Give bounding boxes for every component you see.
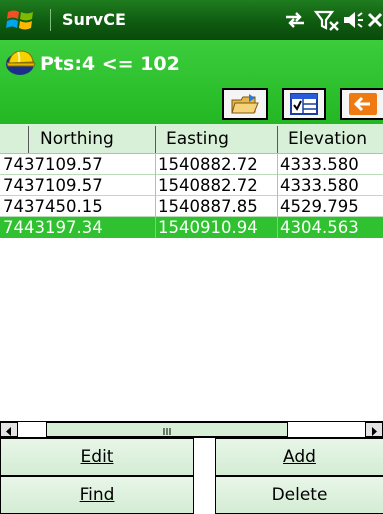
horizontal-scrollbar[interactable]: [0, 421, 383, 438]
column-divider: [155, 217, 156, 238]
cell-easting: 1540887.85: [158, 197, 258, 216]
close-icon[interactable]: [367, 8, 383, 32]
column-divider: [277, 196, 278, 217]
table-row[interactable]: 7437109.57 1540882.72 4333.580: [0, 175, 383, 196]
column-header-northing[interactable]: Northing: [34, 124, 114, 154]
header-divider: [155, 126, 156, 153]
arrow-left-icon: [6, 427, 11, 436]
points-count-label: Pts:4 <= 102: [40, 53, 180, 75]
table-header: Northing Easting Elevation: [0, 124, 383, 154]
cell-northing: 7437109.57: [3, 176, 103, 195]
delete-button[interactable]: Delete: [215, 476, 383, 514]
delete-button-label: Delete: [271, 485, 328, 505]
header-divider: [277, 126, 278, 153]
connectivity-icon[interactable]: [283, 8, 307, 32]
table-row[interactable]: 7437109.57 1540882.72 4333.580: [0, 154, 383, 175]
edit-button-label: Edit: [80, 447, 114, 467]
cell-northing: 7437450.15: [3, 197, 103, 216]
header-divider: [28, 126, 29, 153]
command-button-area: Edit Add Find Delete: [0, 438, 383, 514]
add-button[interactable]: Add: [215, 438, 383, 476]
edit-button[interactable]: Edit: [0, 438, 194, 476]
column-divider: [155, 154, 156, 175]
column-header-easting[interactable]: Easting: [160, 124, 229, 154]
table-row[interactable]: 7437450.15 1540887.85 4529.795: [0, 196, 383, 217]
column-header-elevation[interactable]: Elevation: [282, 124, 367, 154]
arrow-right-icon: [372, 427, 377, 436]
cell-elevation: 4333.580: [280, 176, 359, 195]
column-divider: [277, 217, 278, 238]
scroll-left-button[interactable]: [0, 422, 18, 437]
title-separator: [50, 9, 51, 31]
app-title: SurvCE: [62, 10, 126, 29]
hard-hat-icon: [6, 50, 36, 75]
spreadsheet-button[interactable]: [282, 88, 326, 120]
open-folder-button[interactable]: [222, 88, 268, 120]
table-row-selected[interactable]: 7443197.34 1540910.94 4304.563: [0, 217, 383, 238]
find-button[interactable]: Find: [0, 476, 194, 514]
scroll-right-button[interactable]: [365, 422, 383, 437]
spreadsheet-icon: [290, 93, 318, 115]
no-signal-icon[interactable]: [313, 8, 340, 32]
find-button-label: Find: [79, 485, 115, 505]
cell-easting: 1540882.72: [158, 155, 258, 174]
cell-northing: 7437109.57: [3, 155, 103, 174]
cell-northing: 7443197.34: [3, 218, 103, 237]
add-button-label: Add: [283, 447, 316, 467]
points-table[interactable]: Northing Easting Elevation 7437109.57 15…: [0, 124, 383, 421]
grip-icon: [163, 428, 171, 435]
column-divider: [155, 196, 156, 217]
scrollbar-thumb[interactable]: [46, 422, 288, 437]
column-divider: [277, 154, 278, 175]
cell-elevation: 4529.795: [280, 197, 359, 216]
back-button[interactable]: [340, 88, 383, 120]
back-arrow-icon: [348, 93, 377, 115]
cell-elevation: 4333.580: [280, 155, 359, 174]
cell-easting: 1540882.72: [158, 176, 258, 195]
cell-elevation: 4304.563: [280, 218, 359, 237]
title-bar: SurvCE: [0, 0, 383, 40]
cell-easting: 1540910.94: [158, 218, 258, 237]
column-divider: [277, 175, 278, 196]
windows-start-icon[interactable]: [6, 7, 36, 33]
column-divider: [155, 175, 156, 196]
open-folder-icon: [231, 94, 259, 114]
volume-icon[interactable]: [342, 8, 364, 32]
